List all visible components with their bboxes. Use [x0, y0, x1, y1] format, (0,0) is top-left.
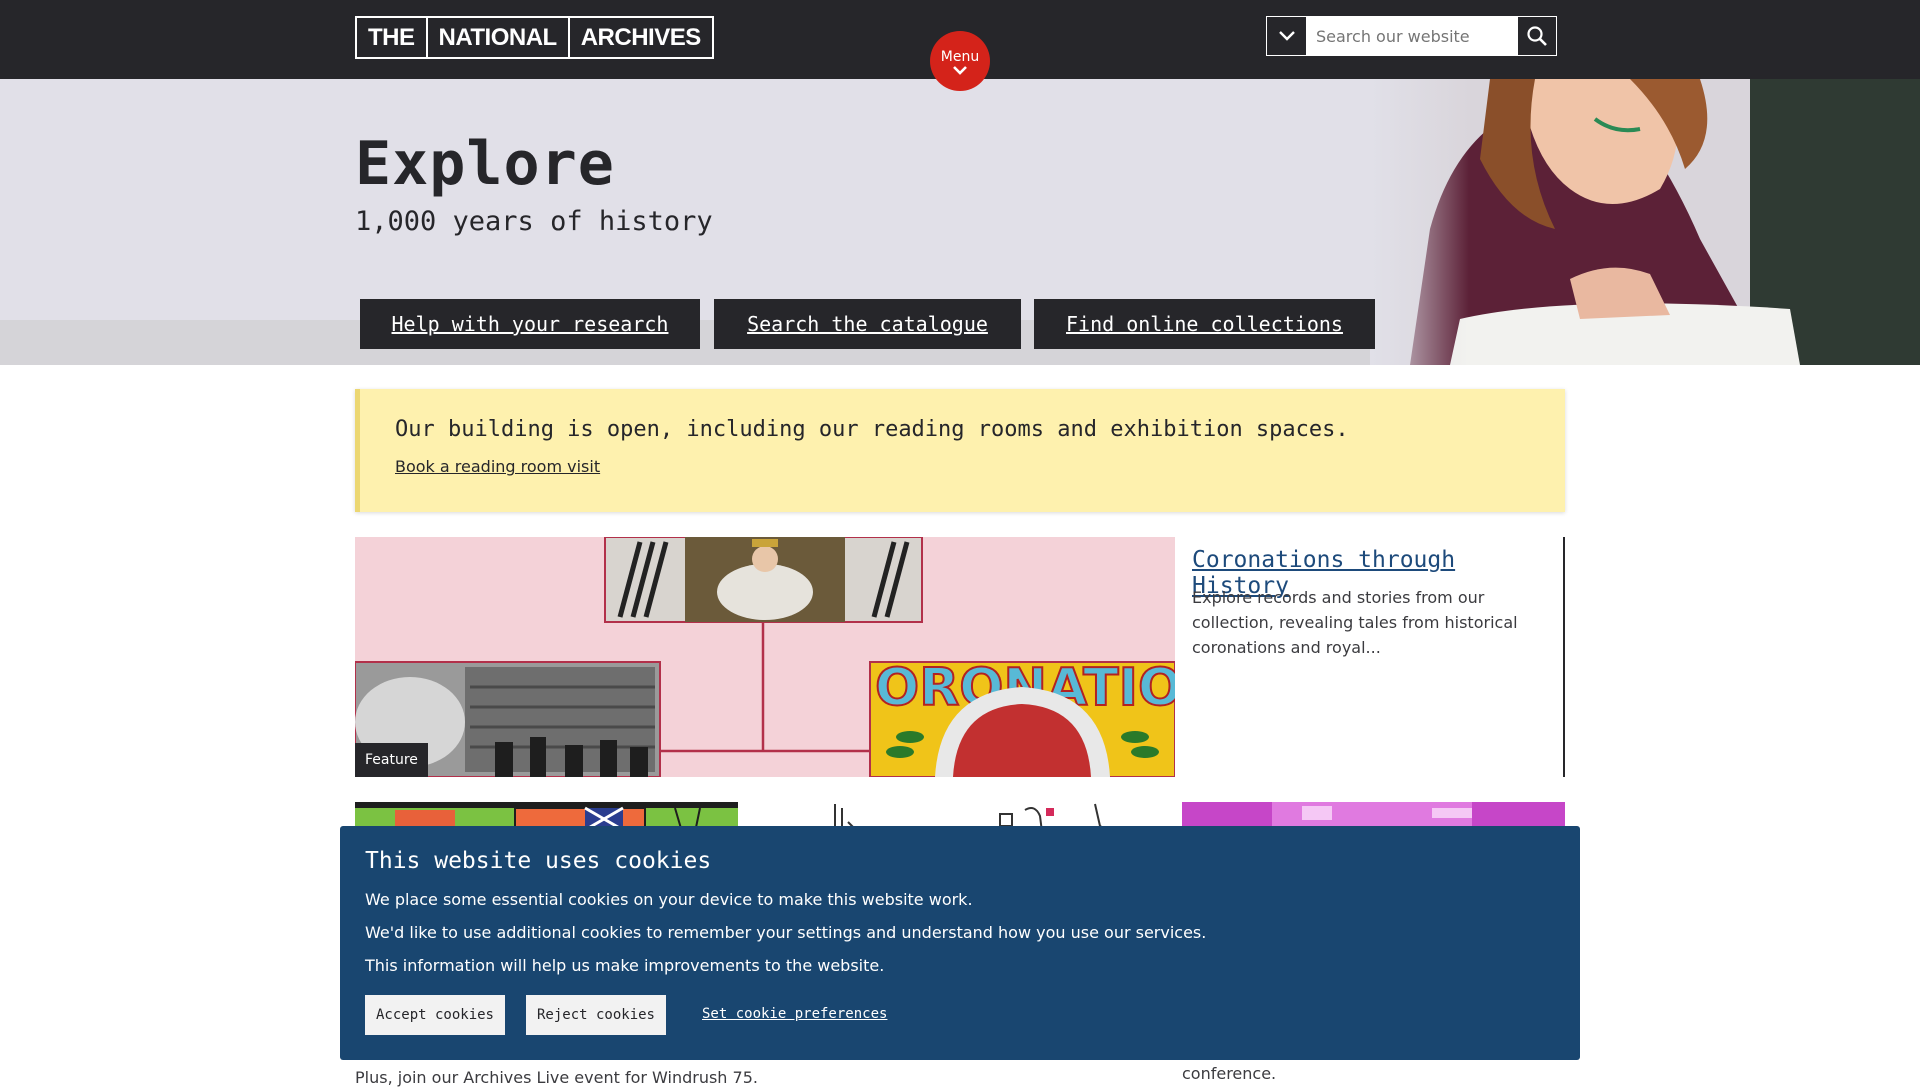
chevron-down-icon [953, 66, 967, 75]
reject-cookies-button[interactable]: Reject cookies [526, 995, 666, 1035]
chevron-down-icon [1278, 31, 1295, 41]
site-logo[interactable]: THE NATIONAL ARCHIVES [355, 16, 714, 59]
cookie-banner: This website uses cookies We place some … [340, 826, 1580, 1060]
cookie-title: This website uses cookies [365, 848, 712, 874]
logo-word-3: ARCHIVES [567, 18, 712, 57]
search-icon [1527, 26, 1547, 46]
online-collections-button[interactable]: Find online collections [1034, 299, 1375, 349]
feature-description: Explore records and stories from our col… [1192, 588, 1518, 657]
card-text-1: Plus, join our Archives Live event for W… [355, 1068, 758, 1087]
search-bar [1266, 16, 1557, 56]
search-button[interactable] [1518, 17, 1556, 55]
card-text-3: conference. [1182, 1064, 1277, 1083]
site-header: THE NATIONAL ARCHIVES Menu [0, 0, 1920, 91]
book-visit-link[interactable]: Book a reading room visit [395, 457, 600, 476]
search-input[interactable] [1306, 17, 1518, 55]
opening-notice: Our building is open, including our read… [355, 389, 1565, 512]
coronation-collage: ORONATIO [355, 537, 1175, 777]
cookie-line-3: This information will help us make impro… [365, 956, 885, 975]
logo-word-1: THE [368, 24, 415, 51]
hero-subtitle: 1,000 years of history [355, 206, 713, 237]
feature-tag: Feature [355, 743, 428, 777]
accept-cookies-button[interactable]: Accept cookies [365, 995, 505, 1035]
cookie-line-2: We'd like to use additional cookies to r… [365, 923, 1207, 942]
menu-button[interactable]: Menu [930, 31, 990, 91]
hero-title: Explore [355, 129, 615, 199]
hero-photo [1370, 79, 1920, 365]
feature-card[interactable]: ORONATIO Feature Coronations through His… [355, 537, 1565, 777]
search-catalogue-button[interactable]: Search the catalogue [714, 299, 1021, 349]
feature-image: ORONATIO [355, 537, 1175, 777]
notice-message: Our building is open, including our read… [395, 417, 1349, 442]
logo-word-2: NATIONAL [425, 18, 568, 57]
search-scope-toggle[interactable] [1267, 17, 1306, 55]
menu-label: Menu [940, 49, 980, 65]
hero-section: Explore 1,000 years of history Help with… [0, 79, 1920, 365]
research-help-button[interactable]: Help with your research [360, 299, 700, 349]
cookie-preferences-link[interactable]: Set cookie preferences [702, 1006, 887, 1022]
cookie-line-1: We place some essential cookies on your … [365, 890, 973, 909]
feature-body: Coronations through History Explore reco… [1175, 537, 1565, 777]
